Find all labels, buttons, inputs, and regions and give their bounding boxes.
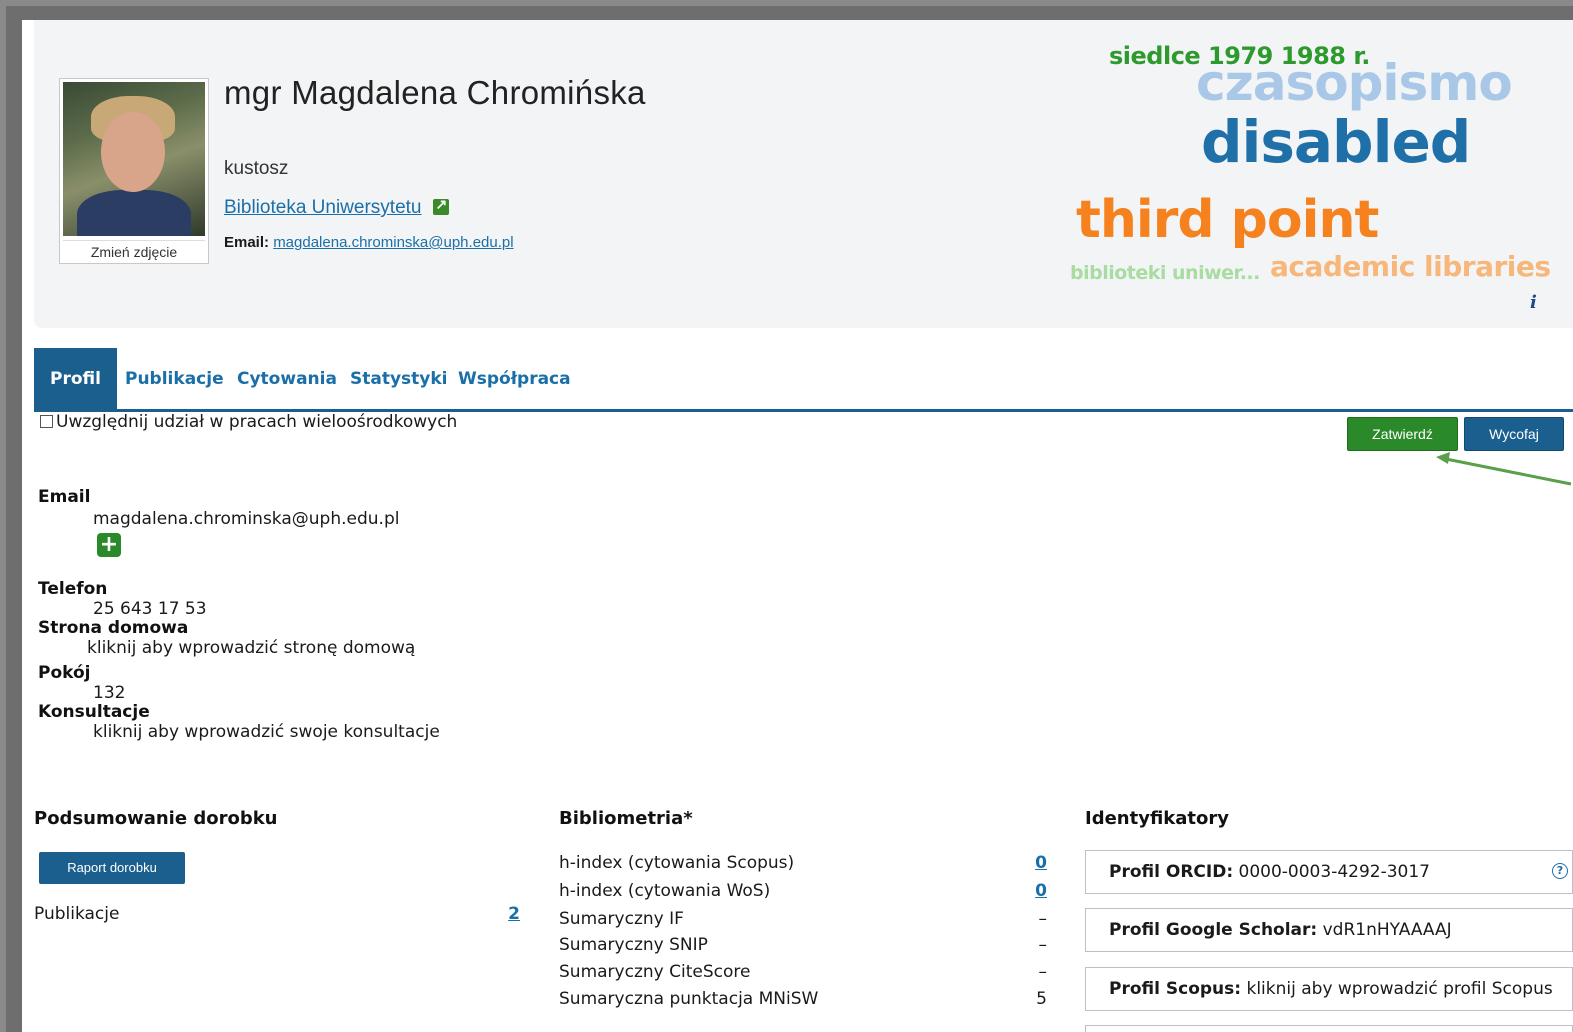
multicenter-option[interactable]: Uwzględnij udział w pracach wieloośrodko…: [40, 412, 457, 432]
next-identifier-field[interactable]: [1085, 1025, 1573, 1032]
biblio-row-label: Sumaryczny IF: [559, 909, 684, 929]
multicenter-label: Uwzględnij udział w pracach wieloośrodko…: [56, 412, 458, 432]
email-label: Email:: [224, 234, 270, 251]
help-icon[interactable]: ?: [1552, 863, 1568, 879]
biblio-row-label: Sumaryczny CiteScore: [559, 962, 751, 982]
identifiers-title: Identyfikatory: [1085, 808, 1229, 829]
google-scholar-field[interactable]: Profil Google Scholar: vdR1nHYAAAAJ: [1085, 908, 1573, 952]
avatar: [63, 82, 205, 236]
profile-name: mgr Magdalena Chromińska: [224, 74, 646, 111]
tab-profil[interactable]: Profil: [34, 348, 117, 409]
tab-wspolpraca[interactable]: Współpraca: [458, 348, 571, 409]
scopus-field[interactable]: Profil Scopus: kliknij aby wprowadzić pr…: [1085, 967, 1573, 1011]
scopus-label: Profil Scopus:: [1109, 979, 1242, 999]
homepage-value[interactable]: kliknij aby wprowadzić stronę domową: [87, 638, 415, 658]
add-email-button[interactable]: +: [97, 533, 121, 557]
cloud-word[interactable]: academic libraries: [1270, 250, 1551, 283]
biblio-row-value: –: [1038, 909, 1048, 929]
page: Zmień zdjęcie mgr Magdalena Chromińska k…: [22, 20, 1573, 1032]
scholar-value: vdR1nHYAAAAJ: [1322, 920, 1452, 940]
biblio-row-label: h-index (cytowania WoS): [559, 881, 771, 901]
homepage-label: Strona domowa: [38, 618, 189, 638]
orcid-label: Profil ORCID:: [1109, 862, 1234, 882]
cloud-word[interactable]: biblioteki uniwer...: [1070, 262, 1260, 284]
scholar-label: Profil Google Scholar:: [1109, 920, 1318, 940]
summary-title: Podsumowanie dorobku: [34, 808, 278, 829]
orcid-value: 0000-0003-4292-3017: [1238, 862, 1430, 882]
bibliometrics-title: Bibliometria*: [559, 808, 693, 829]
cloud-word[interactable]: czasopismo: [1196, 54, 1513, 112]
external-link-icon[interactable]: [433, 196, 450, 215]
email-field-value[interactable]: magdalena.chrominska@uph.edu.pl: [93, 509, 399, 529]
room-value[interactable]: 132: [93, 683, 125, 703]
phone-label: Telefon: [38, 579, 108, 599]
phone-value[interactable]: 25 643 17 53: [93, 599, 207, 619]
cloud-word[interactable]: third point: [1076, 190, 1379, 250]
email-field-label: Email: [38, 487, 91, 507]
profile-unit: Biblioteka Uniwersytetu: [224, 196, 450, 219]
tab-statystyki[interactable]: Statystyki: [350, 348, 448, 409]
publications-label: Publikacje: [34, 904, 120, 924]
consultation-value[interactable]: kliknij aby wprowadzić swoje konsultacje: [93, 722, 440, 742]
report-button[interactable]: Raport dorobku: [39, 852, 185, 884]
consultation-label: Konsultacje: [38, 702, 150, 722]
unit-link[interactable]: Biblioteka Uniwersytetu: [224, 197, 421, 218]
orcid-field[interactable]: Profil ORCID: 0000-0003-4292-3017 ?: [1085, 850, 1573, 894]
biblio-row-label: Sumaryczna punktacja MNiSW: [559, 989, 819, 1009]
tab-publikacje[interactable]: Publikacje: [125, 348, 224, 409]
cloud-word[interactable]: disabled: [1201, 108, 1471, 176]
multicenter-checkbox[interactable]: [40, 415, 53, 428]
cancel-button[interactable]: Wycofaj: [1464, 417, 1564, 451]
profile-role: kustosz: [224, 158, 289, 179]
tab-cytowania[interactable]: Cytowania: [237, 348, 337, 409]
biblio-row-value[interactable]: 0: [1017, 853, 1047, 873]
biblio-row-label: Sumaryczny SNIP: [559, 935, 708, 955]
email-link[interactable]: magdalena.chrominska@uph.edu.pl: [273, 234, 513, 251]
info-icon[interactable]: i: [1530, 292, 1537, 313]
profile-email: Email: magdalena.chrominska@uph.edu.pl: [224, 234, 514, 251]
publications-count[interactable]: 2: [490, 904, 520, 924]
confirm-button[interactable]: Zatwierdź: [1347, 417, 1458, 451]
annotation-arrow: [1436, 452, 1572, 486]
profile-header: Zmień zdjęcie mgr Magdalena Chromińska k…: [34, 20, 1573, 328]
profile-tabs: Profil Publikacje Cytowania Statystyki W…: [34, 348, 1573, 412]
room-label: Pokój: [38, 663, 91, 683]
biblio-row-label: h-index (cytowania Scopus): [559, 853, 795, 873]
biblio-row-value[interactable]: 0: [1017, 881, 1047, 901]
profile-photo-frame[interactable]: Zmień zdjęcie: [59, 78, 209, 264]
change-photo-link[interactable]: Zmień zdjęcie: [63, 240, 205, 260]
biblio-row-value: 5: [1036, 989, 1047, 1009]
biblio-row-value: –: [1038, 935, 1048, 955]
biblio-row-value: –: [1038, 962, 1048, 982]
scopus-value: kliknij aby wprowadzić profil Scopus: [1246, 979, 1553, 999]
